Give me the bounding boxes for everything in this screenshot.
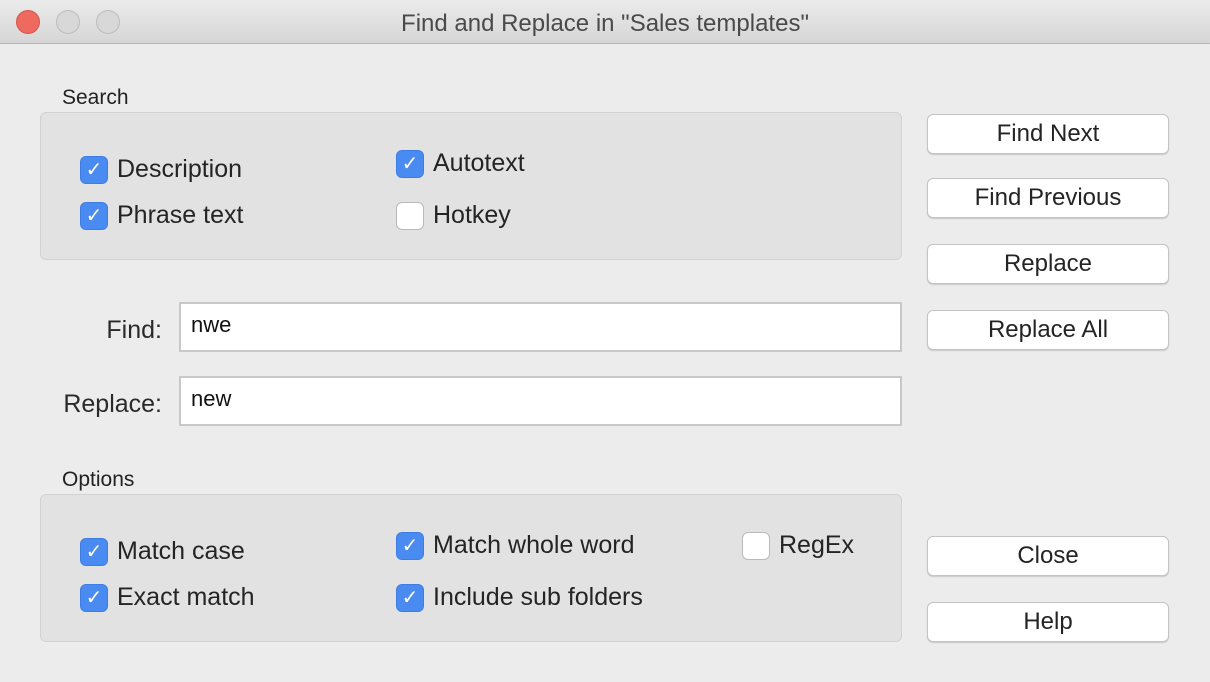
checkbox-label: Phrase text — [117, 201, 244, 229]
checkbox-label: Include sub folders — [433, 583, 643, 611]
checkbox-unchecked-icon — [396, 201, 424, 230]
hotkey-checkbox[interactable]: Hotkey — [396, 201, 511, 230]
match-whole-word-checkbox[interactable]: ✓ Match whole word — [396, 531, 634, 560]
window-title: Find and Replace in "Sales templates" — [401, 10, 809, 37]
title-bar: Find and Replace in "Sales templates" — [0, 0, 1210, 44]
find-previous-button[interactable]: Find Previous — [927, 178, 1169, 218]
find-next-button[interactable]: Find Next — [927, 114, 1169, 154]
checkbox-label: Match case — [117, 537, 245, 565]
checkbox-checked-icon: ✓ — [396, 149, 424, 178]
replace-input[interactable]: new — [179, 376, 902, 426]
checkbox-label: Exact match — [117, 583, 255, 611]
options-section-label: Options — [62, 468, 135, 491]
checkbox-label: Match whole word — [433, 531, 635, 559]
phrase-text-checkbox[interactable]: ✓ Phrase text — [80, 201, 243, 230]
replace-all-button[interactable]: Replace All — [927, 310, 1169, 350]
help-button[interactable]: Help — [927, 602, 1169, 642]
checkbox-unchecked-icon — [742, 531, 770, 560]
regex-checkbox[interactable]: RegEx — [742, 531, 854, 560]
description-checkbox[interactable]: ✓ Description — [80, 155, 242, 184]
checkbox-checked-icon: ✓ — [80, 201, 108, 230]
find-label: Find: — [106, 316, 162, 344]
search-group — [40, 112, 902, 260]
include-sub-folders-checkbox[interactable]: ✓ Include sub folders — [396, 583, 643, 612]
find-input[interactable]: nwe — [179, 302, 902, 352]
checkbox-label: Autotext — [433, 149, 525, 177]
close-button[interactable]: Close — [927, 536, 1169, 576]
checkbox-label: RegEx — [779, 531, 855, 559]
match-case-checkbox[interactable]: ✓ Match case — [80, 537, 245, 566]
replace-label: Replace: — [63, 390, 162, 418]
checkbox-checked-icon: ✓ — [80, 155, 108, 184]
options-group — [40, 494, 902, 642]
checkbox-label: Hotkey — [433, 201, 511, 229]
replace-button[interactable]: Replace — [927, 244, 1169, 284]
checkbox-checked-icon: ✓ — [396, 583, 424, 612]
checkbox-checked-icon: ✓ — [80, 537, 108, 566]
checkbox-checked-icon: ✓ — [80, 583, 108, 612]
checkbox-checked-icon: ✓ — [396, 531, 424, 560]
exact-match-checkbox[interactable]: ✓ Exact match — [80, 583, 255, 612]
search-section-label: Search — [62, 86, 129, 109]
checkbox-label: Description — [117, 155, 243, 183]
autotext-checkbox[interactable]: ✓ Autotext — [396, 149, 525, 178]
